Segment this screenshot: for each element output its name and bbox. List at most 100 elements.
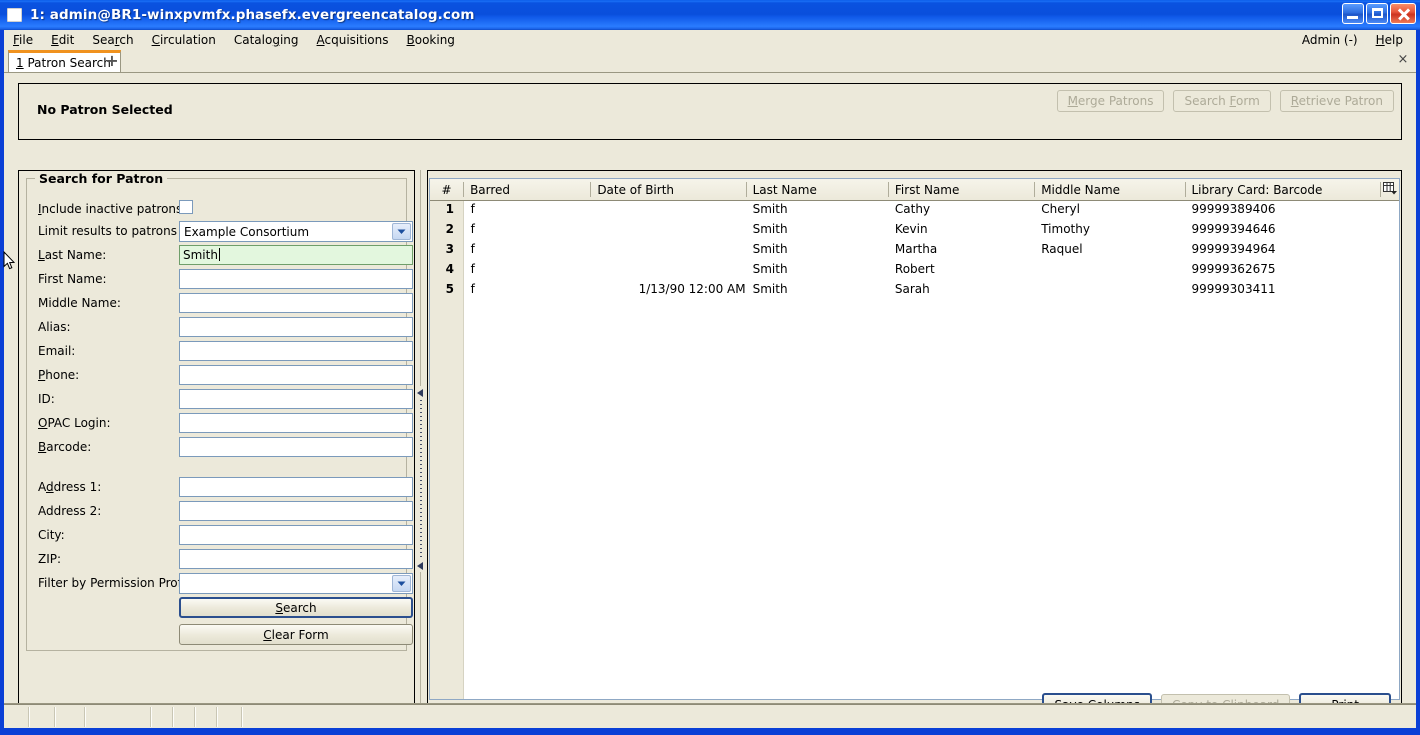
menu-circulation[interactable]: Circulation bbox=[143, 31, 225, 49]
search-form-button[interactable]: Search Form bbox=[1173, 90, 1271, 112]
cell-last-name: Smith bbox=[752, 282, 788, 296]
cell-barred: f bbox=[470, 282, 475, 296]
results-body: 1 f Smith Cathy Cheryl 99999389406 2 f S… bbox=[430, 200, 1399, 699]
cell-last-name: Smith bbox=[752, 262, 788, 276]
menu-booking[interactable]: Booking bbox=[398, 31, 464, 49]
cell-index: 1 bbox=[430, 200, 464, 221]
application-window: 1: admin@BR1-winxpvmfx.phasefx.evergreen… bbox=[0, 0, 1420, 735]
permission-profile-select[interactable] bbox=[179, 573, 413, 594]
cell-spacer bbox=[1380, 221, 1399, 241]
col-date-of-birth[interactable]: Date of Birth bbox=[590, 179, 746, 201]
cell-dob bbox=[590, 201, 745, 222]
row-city: City: bbox=[27, 525, 413, 549]
opac-login-label: OPAC Login: bbox=[38, 416, 111, 430]
tab-label: Patron Search bbox=[27, 56, 111, 70]
maximize-button[interactable] bbox=[1366, 3, 1388, 24]
search-fieldset: Search for Patron Include inactive patro… bbox=[26, 171, 413, 651]
status-cell-5 bbox=[152, 707, 174, 727]
table-row[interactable]: 1 f Smith Cathy Cheryl 99999389406 bbox=[430, 200, 1399, 222]
chevron-down-icon bbox=[392, 223, 411, 240]
cell-barred: f bbox=[470, 202, 475, 216]
first-name-input[interactable] bbox=[179, 269, 413, 289]
title-bar: 1: admin@BR1-winxpvmfx.phasefx.evergreen… bbox=[0, 0, 1420, 30]
row-phone: Phone: bbox=[27, 365, 413, 389]
merge-patrons-button[interactable]: Merge Patrons bbox=[1056, 90, 1165, 112]
row-barcode: Barcode: bbox=[27, 437, 413, 461]
col-middle-name[interactable]: Middle Name bbox=[1034, 179, 1185, 201]
menu-admin[interactable]: Admin (-) bbox=[1293, 31, 1367, 49]
id-input[interactable] bbox=[179, 389, 413, 409]
menu-acquisitions[interactable]: Acquisitions bbox=[308, 31, 398, 49]
cell-spacer bbox=[1380, 201, 1399, 222]
status-separator bbox=[4, 704, 1416, 705]
menu-edit[interactable]: Edit bbox=[42, 31, 83, 49]
retrieve-patron-button[interactable]: Retrieve Patron bbox=[1279, 90, 1394, 112]
close-tab-button[interactable]: × bbox=[1396, 53, 1410, 67]
results-grid[interactable]: # Barred Date of Birth Last Name First N… bbox=[429, 178, 1400, 700]
search-button[interactable]: Search bbox=[179, 597, 413, 618]
patron-summary-panel: No Patron Selected Merge Patrons Search … bbox=[18, 83, 1402, 140]
row-address2: Address 2: bbox=[27, 501, 413, 525]
limit-results-label: Limit results to patrons in bbox=[38, 224, 192, 238]
email-input[interactable] bbox=[179, 341, 413, 361]
last-name-input[interactable]: Smith bbox=[179, 245, 413, 265]
search-legend: Search for Patron bbox=[35, 171, 168, 186]
table-row[interactable]: 3 f Smith Martha Raquel 99999394964 bbox=[430, 241, 1399, 261]
status-cell-4 bbox=[86, 707, 152, 727]
limit-results-select[interactable]: Example Consortium bbox=[179, 221, 413, 242]
table-row[interactable]: 4 f Smith Robert 99999362675 bbox=[430, 261, 1399, 281]
include-inactive-checkbox[interactable] bbox=[179, 200, 193, 214]
menu-file[interactable]: File bbox=[4, 31, 42, 49]
alias-input[interactable] bbox=[179, 317, 413, 337]
city-input[interactable] bbox=[179, 525, 413, 545]
menu-search[interactable]: Search bbox=[83, 31, 142, 49]
row-opac-login: OPAC Login: bbox=[27, 413, 413, 437]
col-index[interactable]: # bbox=[430, 179, 464, 201]
col-first-name[interactable]: First Name bbox=[887, 179, 1035, 201]
status-bar bbox=[4, 703, 1416, 728]
empty-area bbox=[463, 301, 1399, 699]
patron-action-buttons: Merge Patrons Search Form Retrieve Patro… bbox=[1056, 90, 1394, 112]
row-include-inactive: Include inactive patrons? bbox=[27, 199, 408, 223]
address2-input[interactable] bbox=[179, 501, 413, 521]
col-last-name[interactable]: Last Name bbox=[745, 179, 888, 201]
menu-cataloging[interactable]: Cataloging bbox=[225, 31, 308, 49]
clear-form-button[interactable]: Clear Form bbox=[179, 624, 413, 645]
window-controls bbox=[1342, 3, 1416, 24]
row-first-name: First Name: bbox=[27, 269, 413, 293]
cell-first-name: Kevin bbox=[894, 222, 928, 236]
cell-middle-name: Timothy bbox=[1041, 222, 1090, 236]
zip-input[interactable] bbox=[179, 549, 413, 569]
menu-help[interactable]: Help bbox=[1367, 31, 1412, 49]
row-zip: ZIP: bbox=[27, 549, 413, 573]
cell-barred: f bbox=[470, 222, 475, 236]
cell-middle-name bbox=[1034, 261, 1184, 281]
opac-login-input[interactable] bbox=[179, 413, 413, 433]
status-cells bbox=[4, 707, 243, 727]
patron-status-label: No Patron Selected bbox=[37, 102, 173, 117]
row-last-name: Last Name: Smith bbox=[27, 245, 413, 269]
cell-spacer bbox=[1380, 241, 1399, 261]
col-library-card-barcode[interactable]: Library Card: Barcode bbox=[1184, 179, 1380, 201]
phone-input[interactable] bbox=[179, 365, 413, 385]
minimize-button[interactable] bbox=[1342, 3, 1364, 24]
column-picker-button[interactable] bbox=[1379, 179, 1399, 201]
maximize-icon bbox=[1372, 8, 1383, 18]
col-barred[interactable]: Barred bbox=[463, 179, 591, 201]
close-button[interactable] bbox=[1390, 3, 1416, 24]
status-cell-3 bbox=[56, 707, 86, 727]
panel-splitter[interactable] bbox=[415, 170, 427, 727]
splitter-collapse-up-icon[interactable] bbox=[417, 389, 423, 397]
status-cell-2 bbox=[30, 707, 56, 727]
cell-middle-name: Cheryl bbox=[1041, 202, 1080, 216]
search-panel: Search for Patron Include inactive patro… bbox=[18, 170, 415, 727]
table-row[interactable]: 2 f Smith Kevin Timothy 99999394646 bbox=[430, 221, 1399, 241]
cell-spacer bbox=[1380, 281, 1399, 301]
table-row[interactable]: 5 f 1/13/90 12:00 AM Smith Sarah 9999930… bbox=[430, 281, 1399, 301]
address1-input[interactable] bbox=[179, 477, 413, 497]
splitter-collapse-down-icon[interactable] bbox=[417, 562, 423, 570]
middle-name-input[interactable] bbox=[179, 293, 413, 313]
splitter-grip[interactable] bbox=[420, 400, 422, 560]
barcode-input[interactable] bbox=[179, 437, 413, 457]
new-tab-button[interactable]: + bbox=[103, 53, 121, 70]
